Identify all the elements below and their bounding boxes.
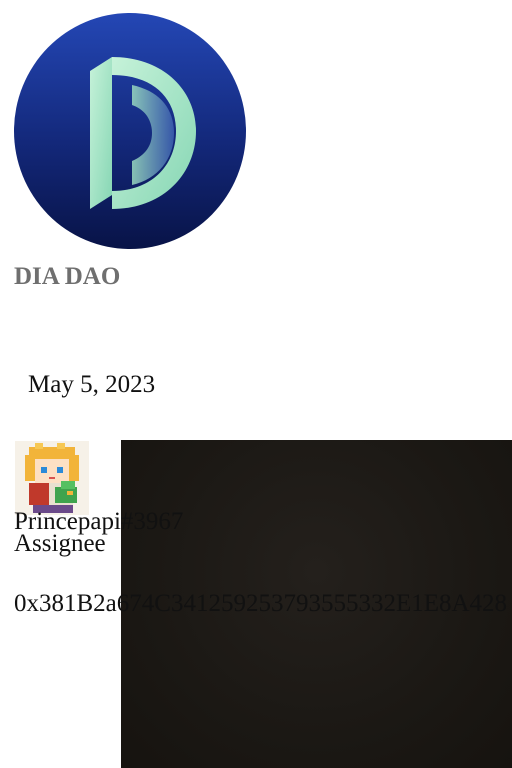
wallet-address[interactable]: 0x381B2a674C341259253793555332E1E8A428 bbox=[14, 590, 507, 618]
dia-logo-icon bbox=[14, 13, 246, 249]
user-avatar bbox=[15, 441, 89, 515]
org-name: DIA DAO bbox=[14, 263, 121, 290]
assignee-role-label: Assignee bbox=[14, 530, 106, 557]
pixel-character-avatar bbox=[15, 441, 89, 515]
event-date: May 5, 2023 bbox=[28, 371, 156, 398]
